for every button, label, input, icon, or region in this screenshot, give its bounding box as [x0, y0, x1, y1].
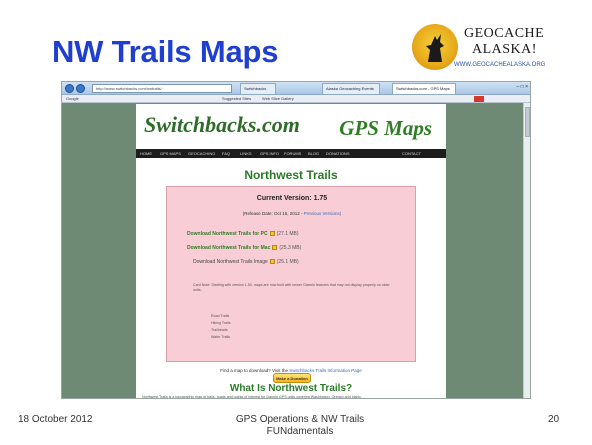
- card-note: Card Note: Starting with version 1.50, m…: [193, 283, 390, 292]
- address-bar[interactable]: http://www.switchbacks.com/nwtrails/: [92, 84, 232, 93]
- bookmark-item[interactable]: Suggested Sites: [222, 96, 251, 101]
- download-label[interactable]: Download Northwest Trails Image: [193, 259, 268, 265]
- download-pc-link[interactable]: Download Northwest Trails for PC (27.1 MB…: [187, 231, 299, 237]
- footer-date: 18 October 2012: [18, 414, 93, 425]
- download-icon: [272, 245, 278, 251]
- nav-item-faq[interactable]: FAQ: [222, 151, 230, 156]
- gps-maps-heading: GPS Maps: [339, 116, 432, 140]
- logo-text-line2: ALASKA!: [472, 42, 537, 57]
- download-size: (25.3 MB): [279, 245, 302, 251]
- donate-button[interactable]: Make a Donation: [273, 373, 311, 383]
- nav-item-links[interactable]: LINKS: [240, 151, 252, 156]
- feature-list: Road Trails Hiking Trails Trailheads Wat…: [211, 313, 231, 341]
- slide-title: NW Trails Maps: [52, 34, 279, 69]
- info-page-link[interactable]: Switchbacks Trails Information Page: [289, 368, 362, 373]
- download-icon: [269, 259, 275, 265]
- list-item: Trailheads: [211, 328, 228, 332]
- page-number: 20: [548, 414, 560, 425]
- site-nav: HOME GPS MAPS GEOCACHING FAQ LINKS GPS I…: [136, 149, 446, 158]
- release-text: (Release Date: Oct 15, 2012 -: [242, 211, 303, 216]
- previous-versions-link[interactable]: Previous Versions): [304, 211, 342, 216]
- nav-item-home[interactable]: HOME: [140, 151, 152, 156]
- list-item: Road Trails: [211, 314, 230, 318]
- bookmark-item[interactable]: Google: [66, 96, 79, 101]
- geocache-alaska-logo: GEOCACHE ALASKA! WWW.GEOCACHEALASKA.ORG: [412, 22, 562, 84]
- nav-item-blog[interactable]: BLOG: [308, 151, 319, 156]
- nav-item-donations[interactable]: DONATIONS: [326, 151, 349, 156]
- list-item: Water Trails: [211, 335, 231, 339]
- back-icon[interactable]: [65, 84, 74, 93]
- page-title: Northwest Trails: [244, 168, 338, 182]
- favorites-bar: Google Suggested Sites Web Slice Gallery: [62, 95, 530, 103]
- current-version: Current Version: 1.75: [256, 195, 328, 202]
- footer-title-line2: FUNdamentals: [266, 426, 334, 437]
- nav-item-gps-info[interactable]: GPS INFO: [260, 151, 279, 156]
- nav-item-contact[interactable]: CONTACT: [402, 151, 421, 156]
- window-controls[interactable]: – □ ×: [517, 84, 529, 90]
- download-panel: Current Version: 1.75 (Release Date: Oct…: [166, 186, 417, 383]
- slide: NW Trails Maps GEOCACHE ALASKA! WWW.GEOC…: [0, 0, 592, 445]
- browser-tab[interactable]: Switchbacks: [240, 83, 276, 94]
- forward-icon[interactable]: [76, 84, 85, 93]
- web-page: Switchbacks.com GPS Maps HOME GPS MAPS G…: [136, 104, 446, 399]
- section-body: Northwest Trails is a topographic map of…: [142, 395, 362, 399]
- info-text: Find a map to download? Visit the: [220, 368, 288, 373]
- release-date: (Release Date: Oct 15, 2012 - Previous V…: [167, 211, 417, 216]
- nav-item-forums[interactable]: FORUMS: [284, 151, 301, 156]
- list-item: Hiking Trails: [211, 321, 231, 325]
- browser-screenshot: http://www.switchbacks.com/nwtrails/ Swi…: [61, 81, 531, 399]
- scroll-thumb[interactable]: [525, 107, 530, 137]
- browser-titlebar: http://www.switchbacks.com/nwtrails/ Swi…: [62, 82, 530, 95]
- vertical-scrollbar[interactable]: [523, 103, 530, 398]
- logo-url: WWW.GEOCACHEALASKA.ORG: [454, 62, 546, 68]
- section-heading: What Is Northwest Trails?: [229, 383, 353, 394]
- footer-title-line1: GPS Operations & NW Trails: [235, 414, 365, 425]
- download-icon: [269, 231, 275, 237]
- flag-icon: [474, 96, 484, 102]
- download-size: (25.1 MB): [276, 259, 299, 265]
- bookmark-item[interactable]: Web Slice Gallery: [262, 96, 294, 101]
- info-page-line: Find a map to download? Visit the Switch…: [136, 368, 446, 373]
- switchbacks-logo[interactable]: Switchbacks.com: [144, 112, 300, 138]
- footer-title: GPS Operations & NW Trails FUNdamentals: [200, 414, 400, 438]
- howling-wolf-icon: [426, 34, 444, 62]
- browser-tab-active[interactable]: Switchbacks.com - GPS Maps: [392, 83, 456, 94]
- logo-text-line1: GEOCACHE: [464, 26, 545, 41]
- download-label[interactable]: Download Northwest Trails for Mac: [187, 245, 270, 251]
- nav-item-geocaching[interactable]: GEOCACHING: [188, 151, 215, 156]
- browser-tab[interactable]: Alaska Geocaching Events: [322, 83, 380, 94]
- download-mac-link[interactable]: Download Northwest Trails for Mac (25.3 M…: [187, 245, 301, 251]
- download-size: (27.1 MB): [276, 231, 299, 237]
- download-image-link[interactable]: Download Northwest Trails Image (25.1 MB): [193, 259, 299, 265]
- site-header: Switchbacks.com GPS Maps: [136, 104, 446, 149]
- download-label[interactable]: Download Northwest Trails for PC: [187, 231, 268, 237]
- nav-item-gps-maps[interactable]: GPS MAPS: [160, 151, 181, 156]
